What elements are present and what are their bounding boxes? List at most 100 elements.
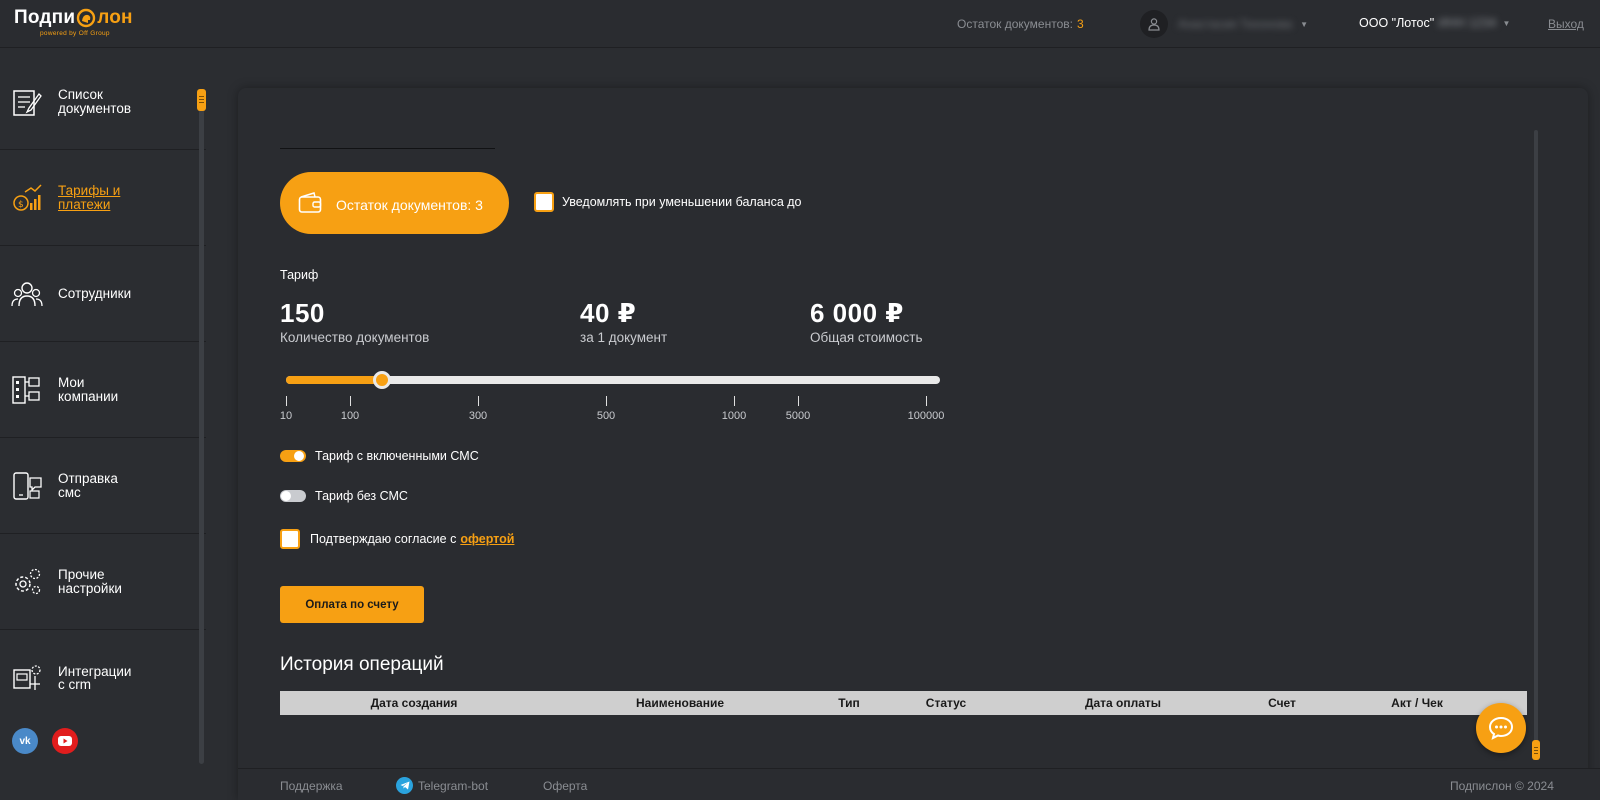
with-sms-toggle[interactable] — [280, 450, 306, 462]
pay-by-invoice-button[interactable]: Оплата по счету — [280, 586, 424, 623]
agree-label: Подтверждаю согласие с офертой — [310, 532, 514, 546]
youtube-link[interactable] — [52, 728, 78, 754]
logo-text-start: Подпи — [14, 7, 76, 28]
column-act-receipt[interactable]: Акт / Чек — [1391, 696, 1443, 710]
sidebar-item-sms[interactable]: Отправка смс — [0, 438, 206, 534]
main-scrollbar[interactable] — [1534, 130, 1538, 752]
balance-pill: Остаток документов: 3 — [280, 172, 509, 234]
slider-tick — [286, 396, 287, 406]
sidebar-item-label: Прочие настройки — [58, 567, 122, 596]
documents-count-label: Количество документов — [280, 330, 430, 345]
copyright: Подпислон © 2024 — [1450, 779, 1554, 793]
sidebar-item-tariffs[interactable]: $ Тарифы и платежи — [0, 150, 206, 246]
logo-subtitle: powered by Off Group — [40, 30, 110, 37]
slider-tick-label: 10 — [279, 410, 293, 422]
top-header: Подпи лон powered by Off Group Остаток д… — [0, 0, 1600, 48]
svg-text:$: $ — [18, 200, 24, 210]
sidebar-item-label: Список документов — [58, 87, 131, 116]
sidebar-scroll-thumb[interactable] — [197, 89, 206, 111]
sidebar-item-label: Отправка смс — [58, 471, 118, 500]
header-balance-label: Остаток документов: — [957, 17, 1073, 31]
company-name: ООО "Лотос" — [1359, 16, 1435, 30]
slider-tick-label: 1000 — [721, 410, 747, 422]
balance-pill-text: Остаток документов: 3 — [336, 197, 483, 213]
sidebar-item-label: Мои компании — [58, 375, 119, 404]
offer-footer-link[interactable]: Оферта — [543, 779, 587, 793]
tariff-with-sms-option[interactable]: Тариф с включенными СМС — [280, 449, 479, 463]
sidebar-item-label: Тарифы и платежи — [58, 183, 121, 212]
app-logo[interactable]: Подпи лон powered by Off Group — [14, 7, 133, 37]
document-list-icon — [13, 89, 42, 116]
wallet-icon — [298, 192, 322, 213]
user-menu[interactable]: Анастасия Тихонова ▼ — [1140, 10, 1308, 38]
user-icon — [1148, 18, 1160, 31]
chevron-down-icon: ▼ — [1502, 18, 1511, 28]
documents-slider[interactable]: 10 100 300 500 1000 5000 100000 — [279, 370, 944, 422]
sms-send-icon — [13, 471, 42, 500]
chat-icon — [1488, 716, 1514, 740]
slider-tick-label: 100 — [340, 410, 360, 422]
agree-text: Подтверждаю согласие с — [310, 532, 457, 546]
column-status[interactable]: Статус — [926, 696, 966, 710]
column-name[interactable]: Наименование — [636, 696, 724, 710]
without-sms-toggle[interactable] — [280, 490, 306, 502]
notify-checkbox[interactable] — [534, 192, 554, 212]
offer-agreement: Подтверждаю согласие с офертой — [280, 529, 514, 549]
support-link[interactable]: Поддержка — [280, 779, 343, 793]
sidebar-item-label: Интеграции с crm — [58, 663, 132, 692]
agree-checkbox[interactable] — [280, 529, 300, 549]
vk-icon: vk — [19, 735, 31, 747]
company-inn: ИНН 1234 — [1438, 16, 1497, 30]
companies-icon — [12, 375, 40, 404]
sidebar-item-companies[interactable]: Мои компании — [0, 342, 206, 438]
column-invoice[interactable]: Счет — [1268, 696, 1296, 710]
footer: Поддержка Telegram-bot Оферта Подпислон … — [238, 768, 1600, 800]
header-balance: Остаток документов: 3 — [957, 17, 1084, 31]
without-sms-label: Тариф без СМС — [315, 489, 408, 503]
slider-tick — [798, 396, 799, 406]
total-cost-value: 6 000 ₽ — [810, 298, 904, 328]
column-payment-date[interactable]: Дата оплаты — [1085, 696, 1161, 710]
with-sms-label: Тариф с включенными СМС — [315, 449, 479, 463]
tariff-heading: Тариф — [280, 268, 319, 282]
sidebar-item-crm[interactable]: Интеграции с crm — [0, 630, 206, 726]
slider-tick — [350, 396, 351, 406]
sidebar-scrollbar[interactable] — [199, 92, 204, 764]
column-created-date[interactable]: Дата создания — [371, 696, 458, 710]
slider-tick — [734, 396, 735, 406]
telegram-bot-link[interactable]: Telegram-bot — [396, 777, 488, 794]
total-cost-stat: 6 000 ₽ Общая стоимость — [810, 298, 923, 345]
slider-tick — [926, 396, 927, 406]
telegram-bot-label: Telegram-bot — [418, 778, 489, 793]
column-type[interactable]: Тип — [838, 696, 860, 710]
slider-tick — [606, 396, 607, 406]
avatar — [1140, 10, 1168, 38]
vk-link[interactable]: vk — [12, 728, 38, 754]
header-balance-count: 3 — [1076, 17, 1084, 31]
sidebar-item-employees[interactable]: Сотрудники — [0, 246, 206, 342]
tariff-without-sms-option[interactable]: Тариф без СМС — [280, 489, 408, 503]
logout-link[interactable]: Выход — [1548, 17, 1584, 31]
crm-integration-icon — [13, 665, 41, 690]
user-name: Анастасия Тихонова — [1178, 17, 1293, 31]
company-selector[interactable]: ООО "Лотос" ИНН 1234 ▼ — [1359, 16, 1510, 30]
main-scroll-thumb[interactable] — [1532, 740, 1540, 760]
sidebar-item-label: Сотрудники — [58, 285, 132, 301]
tariff-payment-icon: $ — [13, 183, 42, 211]
logo-text-end: лон — [97, 7, 133, 28]
chat-button[interactable] — [1476, 703, 1526, 753]
history-table-header: Дата создания Наименование Тип Статус Да… — [280, 691, 1527, 715]
slider-tick-label: 300 — [468, 410, 488, 422]
notify-label: Уведомлять при уменьшении баланса до — [562, 195, 802, 209]
sidebar: Список документов $ Тарифы и платежи Сот… — [0, 54, 206, 800]
telegram-icon — [396, 777, 413, 794]
sidebar-item-settings[interactable]: Прочие настройки — [0, 534, 206, 630]
employees-icon — [11, 281, 43, 306]
sidebar-item-documents[interactable]: Список документов — [0, 54, 206, 150]
slider-handle[interactable] — [373, 371, 391, 389]
notify-balance-option: Уведомлять при уменьшении баланса до — [534, 192, 802, 212]
slider-tick-label: 5000 — [785, 410, 811, 422]
offer-link[interactable]: офертой — [460, 532, 514, 546]
history-title: История операций — [280, 654, 444, 675]
tab-underline — [280, 148, 495, 149]
